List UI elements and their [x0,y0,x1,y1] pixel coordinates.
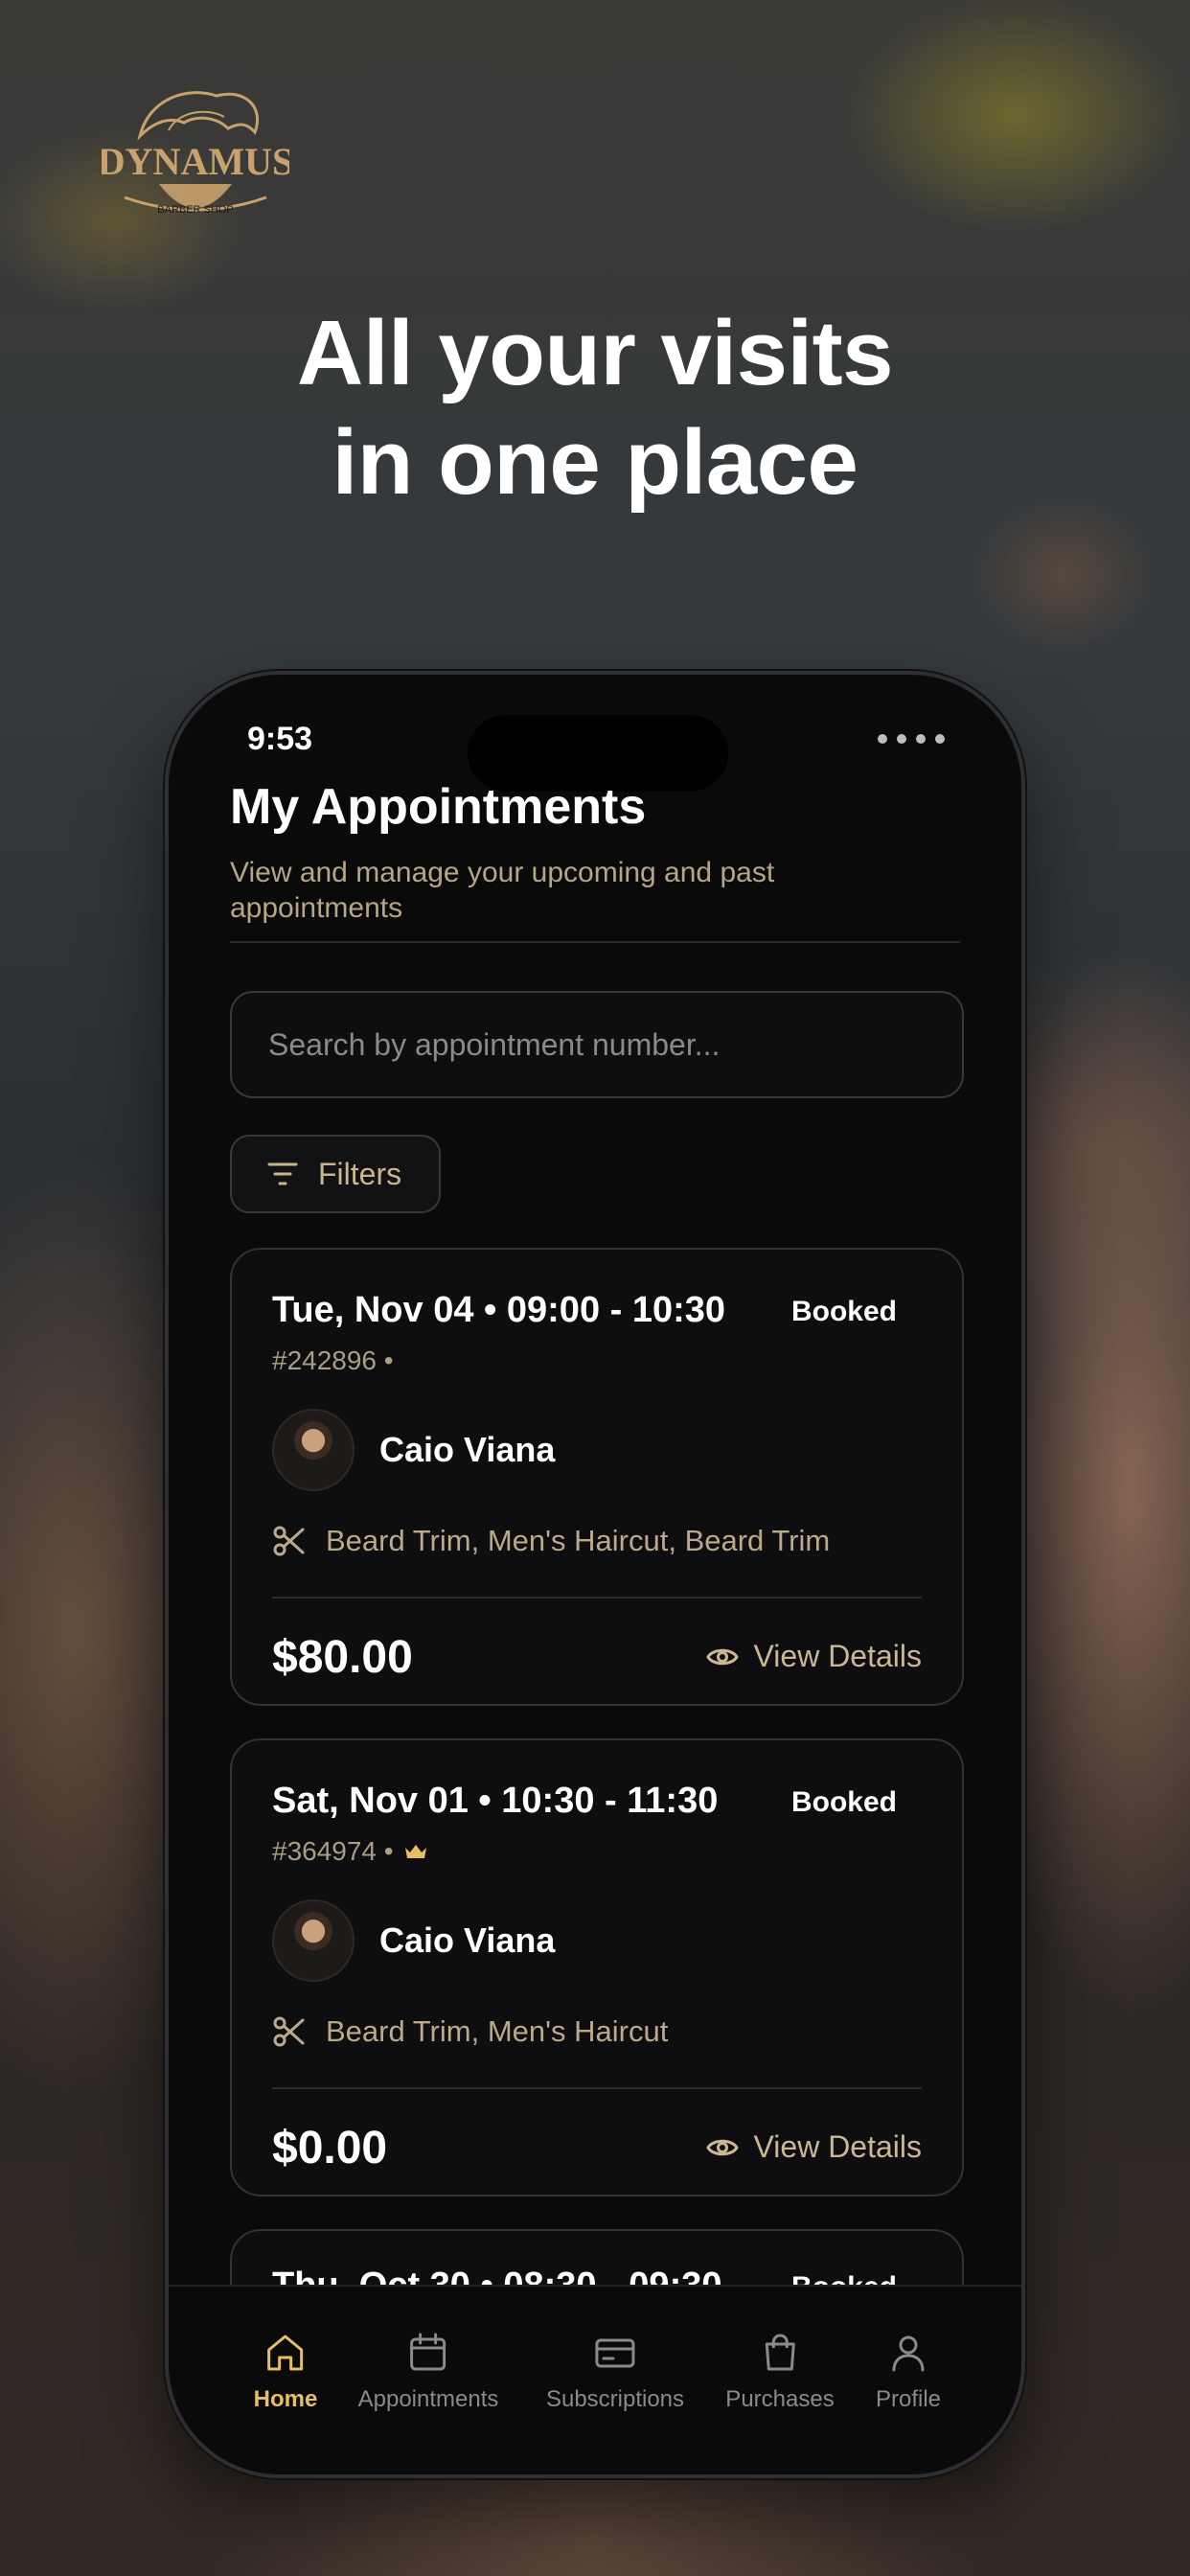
bag-icon [765,2334,795,2371]
filters-button[interactable]: Filters [230,1135,441,1213]
tab-home[interactable]: Home [253,2331,318,2413]
home-icon [267,2334,304,2371]
appointment-price: $80.00 [272,1632,413,1683]
tab-appointments[interactable]: Appointments [357,2331,499,2413]
tab-subscriptions[interactable]: Subscriptions [546,2331,684,2413]
appointment-card[interactable]: Sat, Nov 01 • 10:30 - 11:30 Booked #3649… [230,1738,964,2196]
tab-profile[interactable]: Profile [876,2331,941,2413]
scissors-icon [273,2016,305,2047]
status-badge: Booked [790,1296,897,1327]
marketing-headline: All your visits in one place [0,299,1190,518]
card-divider [272,1597,922,1598]
view-details-label: View Details [753,1639,922,1673]
crown-icon [404,1845,426,1858]
phone-frame: 9:53 My Appointments View and manage you… [165,671,1025,2478]
appointment-card[interactable]: Tue, Nov 04 • 09:00 - 10:30 Booked #2428… [230,1248,964,1706]
filter-icon [267,1162,298,1185]
appointment-number: #364974 • [272,1836,428,1867]
appointment-price: $0.00 [272,2123,388,2174]
header-divider [230,941,960,943]
tab-label: Profile [875,2386,942,2412]
status-badge: Booked [790,1786,897,1818]
tab-label: Purchases [725,2386,835,2412]
search-field[interactable] [230,991,964,1098]
appointment-date: Sat, Nov 01 • 10:30 - 11:30 [272,1781,719,1821]
tab-label: Subscriptions [545,2386,685,2412]
page-subtitle: View and manage your upcoming and past a… [230,857,775,924]
view-details-label: View Details [753,2129,922,2164]
user-icon [892,2335,925,2372]
services-text: Beard Trim, Men's Haircut [326,2014,669,2048]
view-details-button[interactable]: View Details [705,2129,922,2165]
avatar [272,1409,355,1491]
appointment-number-text: #242896 • [272,1346,394,1375]
barber-name: Caio Viana [379,1920,556,1960]
tab-purchases[interactable]: Purchases [725,2331,835,2413]
barber-name: Caio Viana [379,1430,556,1469]
filters-label: Filters [318,1156,402,1191]
page-title: My Appointments [230,779,647,835]
services-text: Beard Trim, Men's Haircut, Beard Trim [326,1524,831,1557]
status-badge: Booked [791,2271,897,2285]
avatar [272,1899,355,1982]
bottom-tab-bar: Home Appointments Subscriptions Purchase… [169,2285,1021,2474]
dynamus-logo: DYNAMUS BARBER SHOP [98,79,293,236]
appointment-number-text: #364974 • [272,1836,394,1866]
services-row: Beard Trim, Men's Haircut, Beard Trim [272,1524,830,1558]
view-details-button[interactable]: View Details [705,1639,922,1674]
headline-line-2: in one place [332,411,858,514]
signal-dots-icon [878,734,945,744]
eye-icon [705,2139,739,2155]
scissors-icon [273,1526,305,1556]
appointment-card[interactable]: Thu, Oct 30 • 08:30 - 09:30 Booked [230,2229,964,2285]
tab-label: Appointments [357,2386,499,2412]
search-input[interactable] [268,1026,926,1063]
eye-icon [705,1648,739,1665]
appointment-date: Tue, Nov 04 • 09:00 - 10:30 [272,1290,726,1330]
calendar-icon [410,2333,446,2371]
tab-label: Home [253,2386,318,2412]
headline-line-1: All your visits [296,302,894,404]
logo-subtext: BARBER SHOP [157,204,233,216]
services-row: Beard Trim, Men's Haircut [272,2014,668,2049]
appointment-date: Thu, Oct 30 • 08:30 - 09:30 [272,2266,722,2285]
status-time: 9:53 [247,721,313,757]
logo-wordmark: DYNAMUS [102,140,289,183]
card-divider [272,2087,922,2089]
card-icon [595,2338,635,2368]
appointment-number: #242896 • [272,1346,394,1376]
